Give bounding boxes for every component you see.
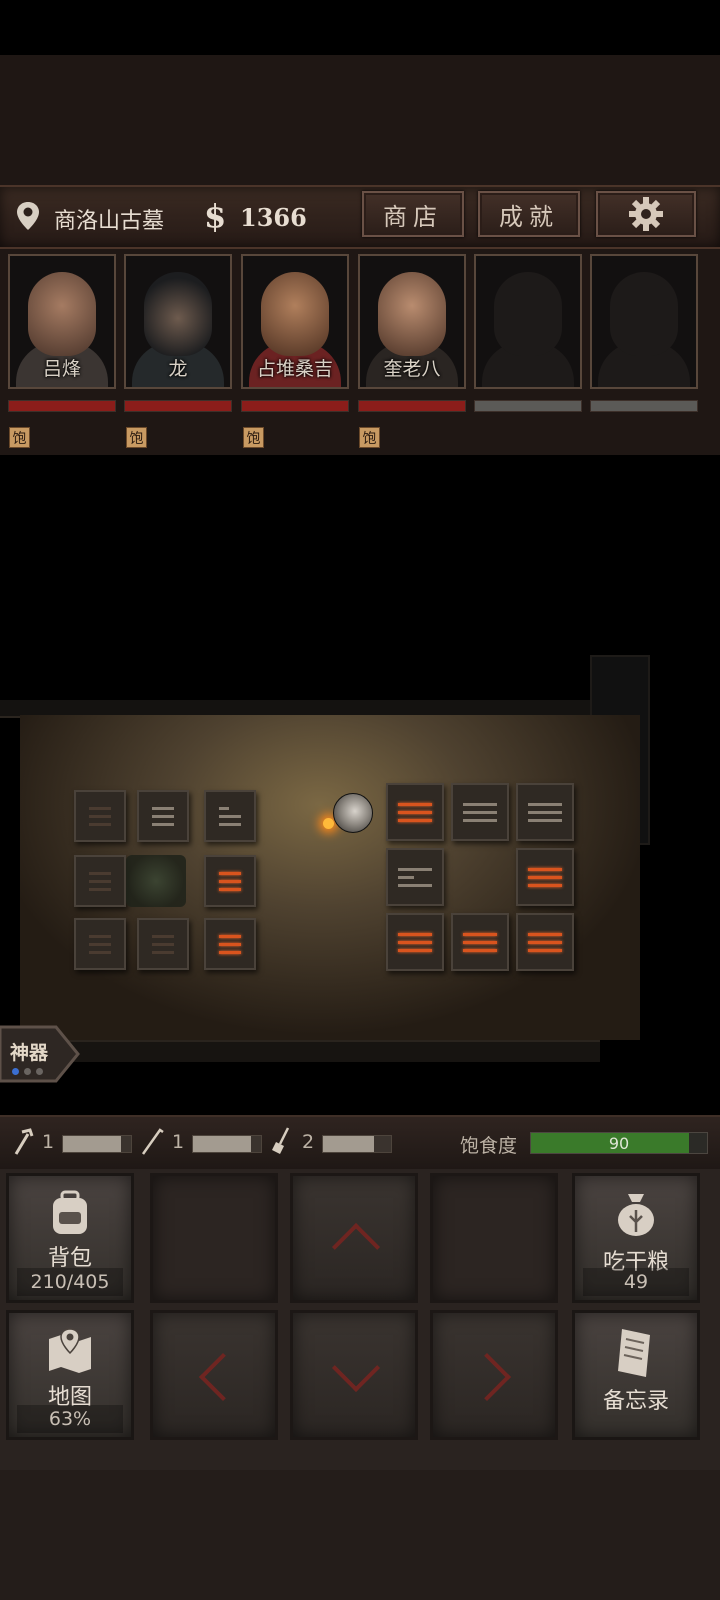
map-button[interactable]: 地图 63% [6,1310,134,1440]
status-bar-area [0,0,720,55]
crowbar-icon [141,1128,164,1155]
crowbar-count: 1 [172,1131,185,1153]
party-member-2-portrait[interactable]: 龙 [124,254,232,389]
empty-pad [150,1173,278,1303]
move-left-button[interactable] [150,1310,278,1440]
memo-button[interactable]: 备忘录 [572,1310,700,1440]
dungeon-wall [0,1040,600,1062]
satiety-value: 90 [608,1134,630,1153]
trigram-tile[interactable] [137,790,189,842]
bottom-area [0,1470,720,1600]
settings-button[interactable] [596,191,696,237]
rope-durability-bar [62,1135,132,1153]
trigram-tile[interactable] [386,783,444,841]
trigram-tile[interactable] [451,783,509,841]
trigram-tile[interactable] [516,913,574,971]
empty-party-slot-6[interactable] [590,254,698,389]
trigram-tile[interactable] [204,855,256,907]
party-member-2-status-badge: 饱 [126,427,147,448]
arrow-right-icon [462,1352,512,1402]
party-member-1-portrait[interactable]: 吕烽 [8,254,116,389]
backpack-button[interactable]: 背包 210/405 [6,1173,134,1303]
empty-slot-5-hp-bar [474,400,582,412]
party-member-1-status-badge: 饱 [9,427,30,448]
memo-label: 备忘录 [602,1389,669,1414]
map-icon [49,1328,91,1373]
achievements-button[interactable]: 成就 [478,191,580,237]
artifact-label: 神器 [10,1042,49,1064]
artifact-slot-dot [24,1068,31,1075]
party-member-3-status-badge: 饱 [243,427,264,448]
player-character[interactable] [333,793,373,833]
map-progress: 63% [17,1405,123,1433]
move-up-button[interactable] [290,1173,418,1303]
empty-pad [430,1173,558,1303]
satiety-bar: 90 [530,1132,708,1154]
artifact-slot-dot [12,1068,19,1075]
location-pin-icon [17,202,39,230]
trigram-tile[interactable] [137,918,189,970]
move-down-button[interactable] [290,1310,418,1440]
rope-hook-icon [14,1128,34,1155]
party-member-name: 奎老八 [383,358,441,380]
backpack-capacity: 210/405 [17,1268,123,1296]
party-member-4-hp-bar [358,400,466,412]
trigram-tile[interactable] [204,790,256,842]
party-member-3-hp-bar [241,400,349,412]
party-member-4-portrait[interactable]: 奎老八 [358,254,466,389]
satiety-label: 饱食度 [460,1135,518,1157]
money-amount: 1366 [240,203,307,232]
party-member-3-portrait[interactable]: 占堆桑吉 [241,254,349,389]
rope-count: 1 [42,1131,55,1153]
trigram-tile[interactable] [74,918,126,970]
torch-light [323,818,334,829]
shovel-durability-bar [322,1135,392,1153]
arrow-left-icon [198,1352,248,1402]
ration-count: 49 [583,1268,689,1296]
arrow-down-icon [331,1343,381,1393]
trigram-tile[interactable] [74,790,126,842]
artifact-slot-dot [36,1068,43,1075]
dollar-icon: $ [204,197,227,235]
empty-party-slot-5[interactable] [474,254,582,389]
trigram-tile[interactable] [386,913,444,971]
trigram-tile[interactable] [451,913,509,971]
trigram-tile[interactable] [516,783,574,841]
party-member-name: 龙 [168,358,188,380]
notebook-icon [618,1329,650,1377]
shop-button[interactable]: 商店 [362,191,464,237]
arrow-up-icon [331,1222,381,1272]
empty-slot-6-hp-bar [590,400,698,412]
trigram-tile[interactable] [516,848,574,906]
crowbar-durability-bar [192,1135,262,1153]
shovel-count: 2 [302,1131,315,1153]
treasure-chest[interactable] [126,855,186,907]
ration-bag-icon [618,1194,654,1236]
location-name: 商洛山古墓 [54,209,165,234]
trigram-tile[interactable] [386,848,444,906]
party-member-2-hp-bar [124,400,232,412]
shovel-icon [272,1127,290,1154]
backpack-icon [53,1190,87,1234]
gear-icon [629,197,663,231]
eat-ration-button[interactable]: 吃干粮 49 [572,1173,700,1303]
party-member-name: 吕烽 [42,358,81,380]
party-member-4-status-badge: 饱 [359,427,380,448]
trigram-tile[interactable] [74,855,126,907]
party-member-1-hp-bar [8,400,116,412]
party-member-name: 占堆桑吉 [256,358,333,380]
move-right-button[interactable] [430,1310,558,1440]
trigram-tile[interactable] [204,918,256,970]
